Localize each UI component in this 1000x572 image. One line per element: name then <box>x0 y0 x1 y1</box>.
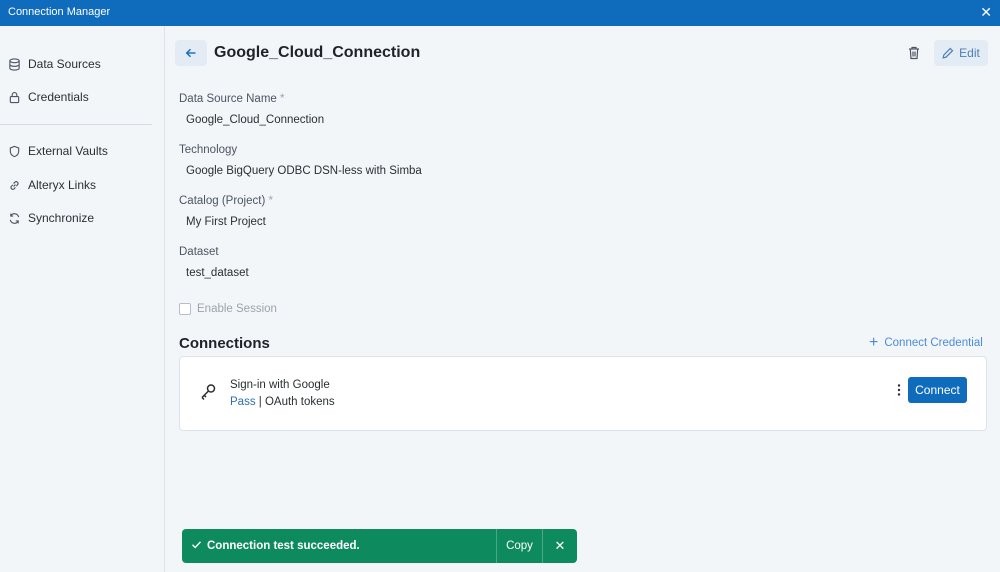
status-badge[interactable]: Pass <box>230 396 256 408</box>
connection-card: Sign-in with Google Pass | OAuth tokens … <box>179 356 987 431</box>
connection-name: Sign-in with Google <box>230 379 330 391</box>
link-icon <box>10 180 19 190</box>
key-icon <box>201 384 216 401</box>
plus-icon: + <box>869 334 879 351</box>
sidebar-item-external-vaults[interactable]: External Vaults <box>8 140 108 162</box>
catalog-label: Catalog (Project) * <box>179 195 273 207</box>
sidebar-item-data-sources[interactable]: Data Sources <box>8 53 101 75</box>
edit-button[interactable]: Edit <box>934 40 988 66</box>
lock-icon <box>9 91 20 103</box>
sidebar: Data Sources Credentials External Vaults… <box>0 26 165 572</box>
sync-icon <box>9 212 20 224</box>
field-label-text: Data Source Name <box>179 93 277 105</box>
sidebar-item-credentials[interactable]: Credentials <box>8 86 89 108</box>
sidebar-divider <box>0 124 152 125</box>
enable-session-label: Enable Session <box>197 303 277 315</box>
database-icon <box>9 57 20 71</box>
sidebar-item-label: Synchronize <box>28 211 95 225</box>
connect-button[interactable]: Connect <box>908 377 967 403</box>
field-label-text: Catalog (Project) <box>179 195 266 207</box>
data-source-name-value: Google_Cloud_Connection <box>186 114 325 126</box>
shield-icon <box>9 145 20 157</box>
back-button[interactable] <box>175 40 207 66</box>
checkmark-icon <box>192 541 202 549</box>
sidebar-item-label: Alteryx Links <box>28 178 97 192</box>
toast-copy-button[interactable]: Copy <box>497 529 542 563</box>
connect-credential-label: Connect Credential <box>884 337 983 349</box>
dataset-value: test_dataset <box>186 267 249 279</box>
trash-icon <box>909 46 919 60</box>
technology-value: Google BigQuery ODBC DSN-less with Simba <box>186 165 422 177</box>
data-source-name-label: Data Source Name * <box>179 93 284 105</box>
toast-close-button[interactable]: ✕ <box>543 529 577 563</box>
sidebar-item-label: Data Sources <box>28 57 101 71</box>
enable-session-checkbox[interactable] <box>179 303 191 315</box>
window-title: Connection Manager <box>8 6 111 18</box>
connection-status: Pass | OAuth tokens <box>230 396 335 408</box>
page-title: Google_Cloud_Connection <box>214 44 421 61</box>
more-options-icon[interactable] <box>894 383 904 397</box>
pencil-icon <box>942 47 954 59</box>
window-close-button[interactable]: ✕ <box>980 4 992 21</box>
toast-message: Connection test succeeded. <box>207 540 360 552</box>
required-marker: * <box>268 195 273 207</box>
sidebar-item-synchronize[interactable]: Synchronize <box>8 207 94 229</box>
enable-session-row: Enable Session <box>179 303 277 315</box>
connection-type: OAuth tokens <box>264 396 335 408</box>
main-content: Google_Cloud_Connection Edit Data Source… <box>165 26 1000 572</box>
connect-credential-button[interactable]: + Connect Credential <box>869 334 983 351</box>
technology-label: Technology <box>179 144 238 156</box>
title-bar: Connection Manager ✕ <box>0 0 1000 26</box>
dataset-label: Dataset <box>179 246 219 258</box>
sidebar-item-label: External Vaults <box>28 144 108 158</box>
connections-title: Connections <box>179 335 270 352</box>
delete-button[interactable] <box>905 43 923 63</box>
edit-label: Edit <box>959 46 980 60</box>
arrow-left-icon <box>185 48 196 58</box>
required-marker: * <box>280 93 285 105</box>
catalog-value: My First Project <box>186 216 266 228</box>
status-separator: | <box>255 396 265 408</box>
sidebar-item-label: Credentials <box>28 90 89 104</box>
sidebar-item-alteryx-links[interactable]: Alteryx Links <box>8 174 96 196</box>
success-toast: Connection test succeeded. Copy ✕ <box>182 529 577 563</box>
